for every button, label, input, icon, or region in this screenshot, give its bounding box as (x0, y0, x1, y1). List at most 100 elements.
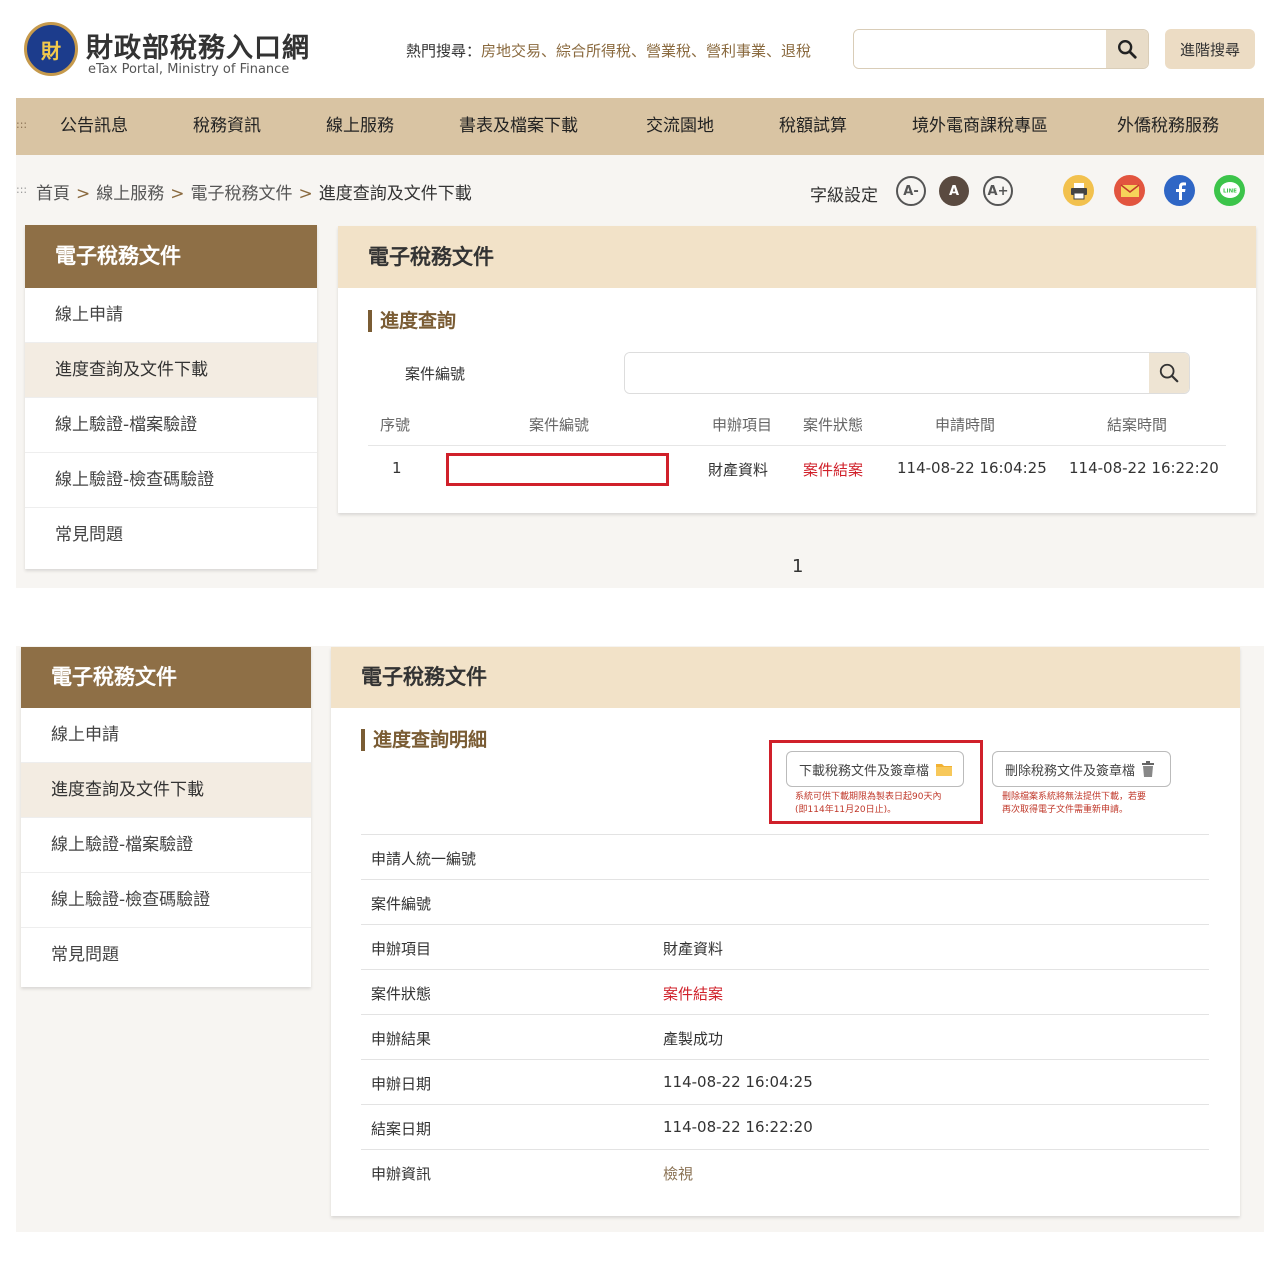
sidebar-item-checkcode-verify[interactable]: 線上驗證-檢查碼驗證 (21, 873, 311, 928)
hot-search: 熱門搜尋：房地交易、綜合所得稅、營業稅、營利事業、退稅 (406, 40, 811, 61)
view-info-link[interactable]: 檢視 (663, 1163, 693, 1184)
site-title[interactable]: 財政部稅務入口網 (86, 26, 310, 65)
download-note: 系統可供下載期限為製表日起90天內 (即114年11月20日止)。 (795, 792, 942, 815)
col-header-no: 序號 (380, 416, 411, 434)
nav-item-community[interactable]: 交流園地 (646, 98, 714, 155)
delete-note: 刪除檔案系統將無法提供下載，若要 再次取得電子文件需重新申請。 (1002, 792, 1147, 815)
query-content: 電子稅務文件 進度查詢 案件編號 序號 案件編號 申辦項目 案件狀態 申請時間 … (338, 226, 1256, 513)
sidebar-item-faq[interactable]: 常見問題 (25, 508, 317, 563)
nav-item-online-services[interactable]: 線上服務 (326, 98, 394, 155)
cell-item: 財產資料 (708, 461, 769, 479)
breadcrumb: 首頁 > 線上服務 > 電子稅務文件 > 進度查詢及文件下載 (36, 179, 472, 204)
detail-row-item: 申辦項目 財產資料 (361, 924, 1209, 969)
line-share-button[interactable]: LINE (1214, 175, 1245, 206)
breadcrumb-separator: > (170, 184, 185, 204)
cell-apply-time: 114-08-22 16:04:25 (897, 459, 1047, 477)
sidebar-item-file-verify[interactable]: 線上驗證-檔案驗證 (21, 818, 311, 873)
site-search-input[interactable] (854, 30, 1106, 68)
nav-item-tax-calculator[interactable]: 稅額試算 (779, 98, 847, 155)
redaction-highlight (446, 453, 669, 486)
hot-search-label: 熱門搜尋： (406, 42, 482, 60)
search-icon (1159, 363, 1179, 383)
content-title: 電子稅務文件 (331, 647, 1240, 708)
print-icon (1070, 182, 1087, 199)
cell-close-time: 114-08-22 16:22:20 (1069, 459, 1219, 477)
breadcrumb-online-services[interactable]: 線上服務 (96, 184, 164, 204)
sidebar-item-progress-download[interactable]: 進度查詢及文件下載 (25, 343, 317, 398)
site-search-button[interactable] (1106, 30, 1148, 68)
delete-document-button[interactable]: 刪除稅務文件及簽章檔 (992, 751, 1171, 787)
col-header-item: 申辦項目 (712, 416, 773, 434)
sidebar-item-online-apply[interactable]: 線上申請 (25, 288, 317, 343)
facebook-icon (1175, 181, 1186, 200)
nav-item-expat-tax[interactable]: 外僑稅務服務 (1117, 98, 1219, 155)
font-size-label: 字級設定 (810, 186, 878, 206)
trash-icon (1142, 761, 1155, 777)
sidebar-item-file-verify[interactable]: 線上驗證-檔案驗證 (25, 398, 317, 453)
breadcrumb-home[interactable]: 首頁 (36, 184, 70, 204)
col-header-apply-time: 申請時間 (935, 416, 996, 434)
mail-icon (1120, 183, 1139, 197)
col-header-close-time: 結案時間 (1107, 416, 1168, 434)
ministry-seal-logo[interactable]: 財 (24, 22, 78, 76)
section-title-progress-detail: 進度查詢明細 (361, 729, 487, 751)
detail-row-status: 案件狀態 案件結案 (361, 969, 1209, 1014)
line-icon: LINE (1219, 181, 1240, 198)
col-header-status: 案件狀態 (803, 416, 864, 434)
detail-page-panel: 電子稅務文件 線上申請 進度查詢及文件下載 線上驗證-檔案驗證 線上驗證-檢查碼… (16, 646, 1264, 1232)
nav-accesskey[interactable]: ::: (16, 118, 27, 131)
breadcrumb-separator: > (298, 184, 313, 204)
nav-item-cross-border-ecommerce[interactable]: 境外電商課稅專區 (912, 98, 1048, 155)
line-icon-label: LINE (1223, 188, 1237, 194)
detail-row-result: 申辦結果 產製成功 (361, 1014, 1209, 1059)
case-number-search (624, 352, 1190, 394)
sidebar-item-progress-download[interactable]: 進度查詢及文件下載 (21, 763, 311, 818)
site-subtitle: eTax Portal, Ministry of Finance (88, 62, 290, 77)
font-larger-button[interactable]: A+ (983, 176, 1013, 206)
sidebar-item-faq[interactable]: 常見問題 (21, 928, 311, 983)
detail-content: 電子稅務文件 進度查詢明細 下載稅務文件及簽章檔 系統可供下載期限為製表日起90… (331, 647, 1240, 1216)
nav-item-forms-downloads[interactable]: 書表及檔案下載 (459, 98, 578, 155)
site-search-box (853, 29, 1149, 69)
nav-item-tax-info[interactable]: 稅務資訊 (193, 98, 261, 155)
sidebar-title: 電子稅務文件 (25, 225, 317, 288)
site-header: 財 財政部稅務入口網 eTax Portal, Ministry of Fina… (16, 0, 1264, 98)
sidebar-title: 電子稅務文件 (21, 647, 311, 708)
case-number-label: 案件編號 (405, 365, 466, 383)
search-icon (1118, 40, 1137, 59)
detail-row-close-date: 結案日期 114-08-22 16:22:20 (361, 1104, 1209, 1149)
sidebar: 電子稅務文件 線上申請 進度查詢及文件下載 線上驗證-檔案驗證 線上驗證-檢查碼… (21, 647, 311, 987)
cell-status: 案件結案 (803, 461, 864, 479)
detail-row-info: 申辦資訊 檢視 (361, 1149, 1209, 1194)
detail-row-case-no: 案件編號 (361, 879, 1209, 924)
facebook-share-button[interactable] (1164, 175, 1195, 206)
folder-icon (936, 764, 953, 776)
cell-no: 1 (392, 459, 402, 477)
sidebar-item-online-apply[interactable]: 線上申請 (21, 708, 311, 763)
col-header-case-no: 案件編號 (529, 416, 590, 434)
table-divider (368, 445, 1226, 446)
breadcrumb-accesskey[interactable]: ::: (16, 183, 27, 196)
print-button[interactable] (1063, 175, 1094, 206)
detail-row-apply-date: 申辦日期 114-08-22 16:04:25 (361, 1059, 1209, 1104)
detail-row-applicant-id: 申請人統一編號 (361, 834, 1209, 879)
download-document-button[interactable]: 下載稅務文件及簽章檔 (786, 751, 964, 787)
advanced-search-button[interactable]: 進階搜尋 (1165, 29, 1255, 69)
section-title-progress: 進度查詢 (368, 310, 456, 332)
hot-search-keywords[interactable]: 房地交易、綜合所得稅、營業稅、營利事業、退稅 (481, 42, 811, 60)
email-share-button[interactable] (1114, 175, 1145, 206)
sidebar-item-checkcode-verify[interactable]: 線上驗證-檢查碼驗證 (25, 453, 317, 508)
pagination-page-1[interactable]: 1 (792, 556, 803, 577)
breadcrumb-current: 進度查詢及文件下載 (318, 184, 472, 204)
font-normal-button[interactable]: A (939, 176, 969, 206)
case-search-button[interactable] (1149, 353, 1189, 393)
nav-item-announcements[interactable]: 公告訊息 (60, 98, 128, 155)
breadcrumb-etax-docs[interactable]: 電子稅務文件 (191, 184, 293, 204)
query-page-panel: 財 財政部稅務入口網 eTax Portal, Ministry of Fina… (16, 0, 1264, 588)
sidebar: 電子稅務文件 線上申請 進度查詢及文件下載 線上驗證-檔案驗證 線上驗證-檢查碼… (25, 225, 317, 569)
breadcrumb-separator: > (76, 184, 91, 204)
breadcrumb-bar: ::: 首頁 > 線上服務 > 電子稅務文件 > 進度查詢及文件下載 字級設定 A- A A… (16, 155, 1264, 225)
main-nav: ::: 公告訊息 稅務資訊 線上服務 書表及檔案下載 交流園地 稅額試算 境外電… (16, 98, 1264, 155)
case-number-input[interactable] (625, 353, 1149, 393)
font-smaller-button[interactable]: A- (896, 176, 926, 206)
